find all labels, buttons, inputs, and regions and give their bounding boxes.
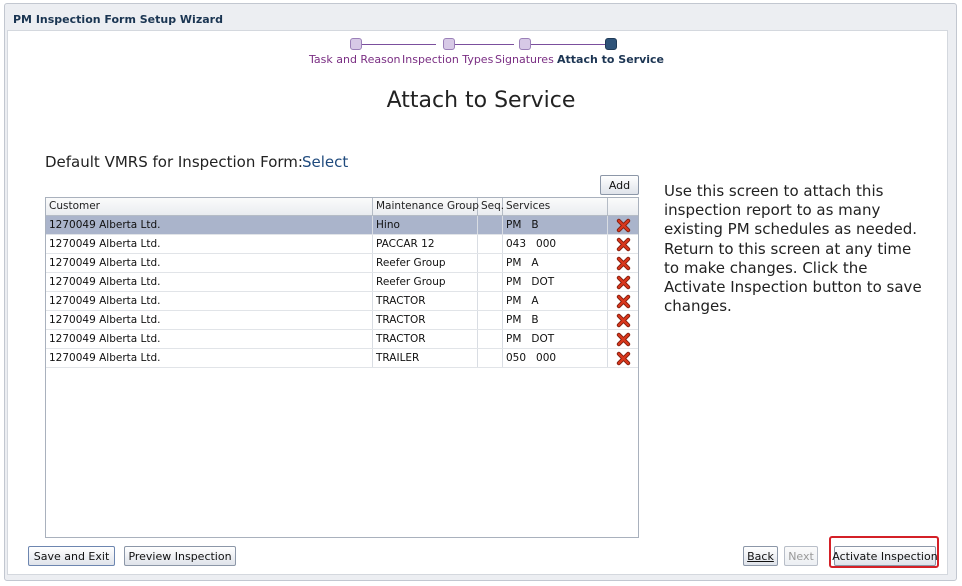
cell-services: 043 000: [503, 235, 608, 253]
back-button[interactable]: Back: [743, 546, 778, 566]
delete-x-icon[interactable]: [616, 294, 631, 309]
step-label-attach-to-service: Attach to Service: [557, 53, 665, 66]
cell-customer: 1270049 Alberta Ltd.: [46, 216, 373, 234]
table-row[interactable]: 1270049 Alberta Ltd. TRACTOR PM A: [46, 292, 638, 311]
table-row[interactable]: 1270049 Alberta Ltd. Reefer Group PM A: [46, 254, 638, 273]
step-marker-attach-to-service: [605, 38, 617, 50]
cell-maintenance-group: TRACTOR: [373, 311, 478, 329]
page-title: Attach to Service: [386, 88, 576, 113]
delete-x-icon[interactable]: [616, 275, 631, 290]
column-header-actions: [608, 198, 638, 215]
delete-x-icon[interactable]: [616, 313, 631, 328]
cell-services: PM A: [503, 254, 608, 272]
cell-customer: 1270049 Alberta Ltd.: [46, 273, 373, 291]
column-header-maintenance-group[interactable]: Maintenance Group: [373, 198, 479, 215]
delete-x-icon[interactable]: [616, 237, 631, 252]
table-row[interactable]: 1270049 Alberta Ltd. PACCAR 12 043 000: [46, 235, 638, 254]
preview-inspection-button[interactable]: Preview Inspection: [124, 546, 236, 566]
cell-maintenance-group: PACCAR 12: [373, 235, 478, 253]
step-marker-signatures[interactable]: [519, 38, 531, 50]
window-title: PM Inspection Form Setup Wizard: [13, 13, 223, 26]
service-table: Customer Maintenance Group Seq. Services…: [45, 197, 639, 538]
cell-maintenance-group: TRAILER: [373, 349, 478, 367]
add-button[interactable]: Add: [600, 175, 639, 195]
activate-highlight-box: [829, 536, 939, 568]
table-row[interactable]: 1270049 Alberta Ltd. TRACTOR PM DOT: [46, 330, 638, 349]
next-button: Next: [784, 546, 818, 566]
column-header-services[interactable]: Services: [503, 198, 608, 215]
cell-maintenance-group: TRACTOR: [373, 330, 478, 348]
vmrs-select-link[interactable]: Select: [302, 153, 348, 171]
delete-x-icon[interactable]: [616, 332, 631, 347]
cell-services: PM DOT: [503, 273, 608, 291]
help-text: Use this screen to attach this inspectio…: [664, 182, 922, 316]
delete-x-icon[interactable]: [616, 218, 631, 233]
table-header: Customer Maintenance Group Seq. Services: [46, 198, 638, 216]
step-label-signatures[interactable]: Signatures: [495, 53, 554, 66]
cell-customer: 1270049 Alberta Ltd.: [46, 311, 373, 329]
step-marker-inspection-types[interactable]: [443, 38, 455, 50]
back-button-label: Back: [747, 549, 774, 563]
cell-seq: [478, 254, 503, 272]
table-row[interactable]: 1270049 Alberta Ltd. TRACTOR PM B: [46, 311, 638, 330]
cell-services: PM DOT: [503, 330, 608, 348]
cell-services: PM B: [503, 216, 608, 234]
table-row[interactable]: 1270049 Alberta Ltd. Hino PM B: [46, 216, 638, 235]
delete-x-icon[interactable]: [616, 351, 631, 366]
cell-customer: 1270049 Alberta Ltd.: [46, 349, 373, 367]
step-label-task-and-reason[interactable]: Task and Reason: [309, 53, 401, 66]
cell-seq: [478, 273, 503, 291]
step-connector: [531, 44, 605, 45]
cell-seq: [478, 311, 503, 329]
cell-maintenance-group: TRACTOR: [373, 292, 478, 310]
cell-customer: 1270049 Alberta Ltd.: [46, 292, 373, 310]
column-header-seq[interactable]: Seq.: [478, 198, 504, 215]
cell-seq: [478, 349, 503, 367]
step-connector: [455, 44, 514, 45]
save-and-exit-button[interactable]: Save and Exit: [28, 546, 115, 566]
cell-services: 050 000: [503, 349, 608, 367]
cell-customer: 1270049 Alberta Ltd.: [46, 235, 373, 253]
cell-customer: 1270049 Alberta Ltd.: [46, 330, 373, 348]
cell-seq: [478, 330, 503, 348]
column-header-customer[interactable]: Customer: [46, 198, 373, 215]
cell-services: PM A: [503, 292, 608, 310]
delete-x-icon[interactable]: [616, 256, 631, 271]
cell-maintenance-group: Hino: [373, 216, 478, 234]
cell-seq: [478, 292, 503, 310]
cell-seq: [478, 216, 503, 234]
default-vmrs-label: Default VMRS for Inspection Form:: [45, 153, 303, 171]
table-row[interactable]: 1270049 Alberta Ltd. Reefer Group PM DOT: [46, 273, 638, 292]
step-label-inspection-types[interactable]: Inspection Types: [402, 53, 493, 66]
cell-customer: 1270049 Alberta Ltd.: [46, 254, 373, 272]
step-connector: [362, 44, 436, 45]
table-row[interactable]: 1270049 Alberta Ltd. TRAILER 050 000: [46, 349, 638, 368]
step-marker-task-and-reason[interactable]: [350, 38, 362, 50]
cell-seq: [478, 235, 503, 253]
cell-maintenance-group: Reefer Group: [373, 254, 478, 272]
cell-services: PM B: [503, 311, 608, 329]
cell-maintenance-group: Reefer Group: [373, 273, 478, 291]
